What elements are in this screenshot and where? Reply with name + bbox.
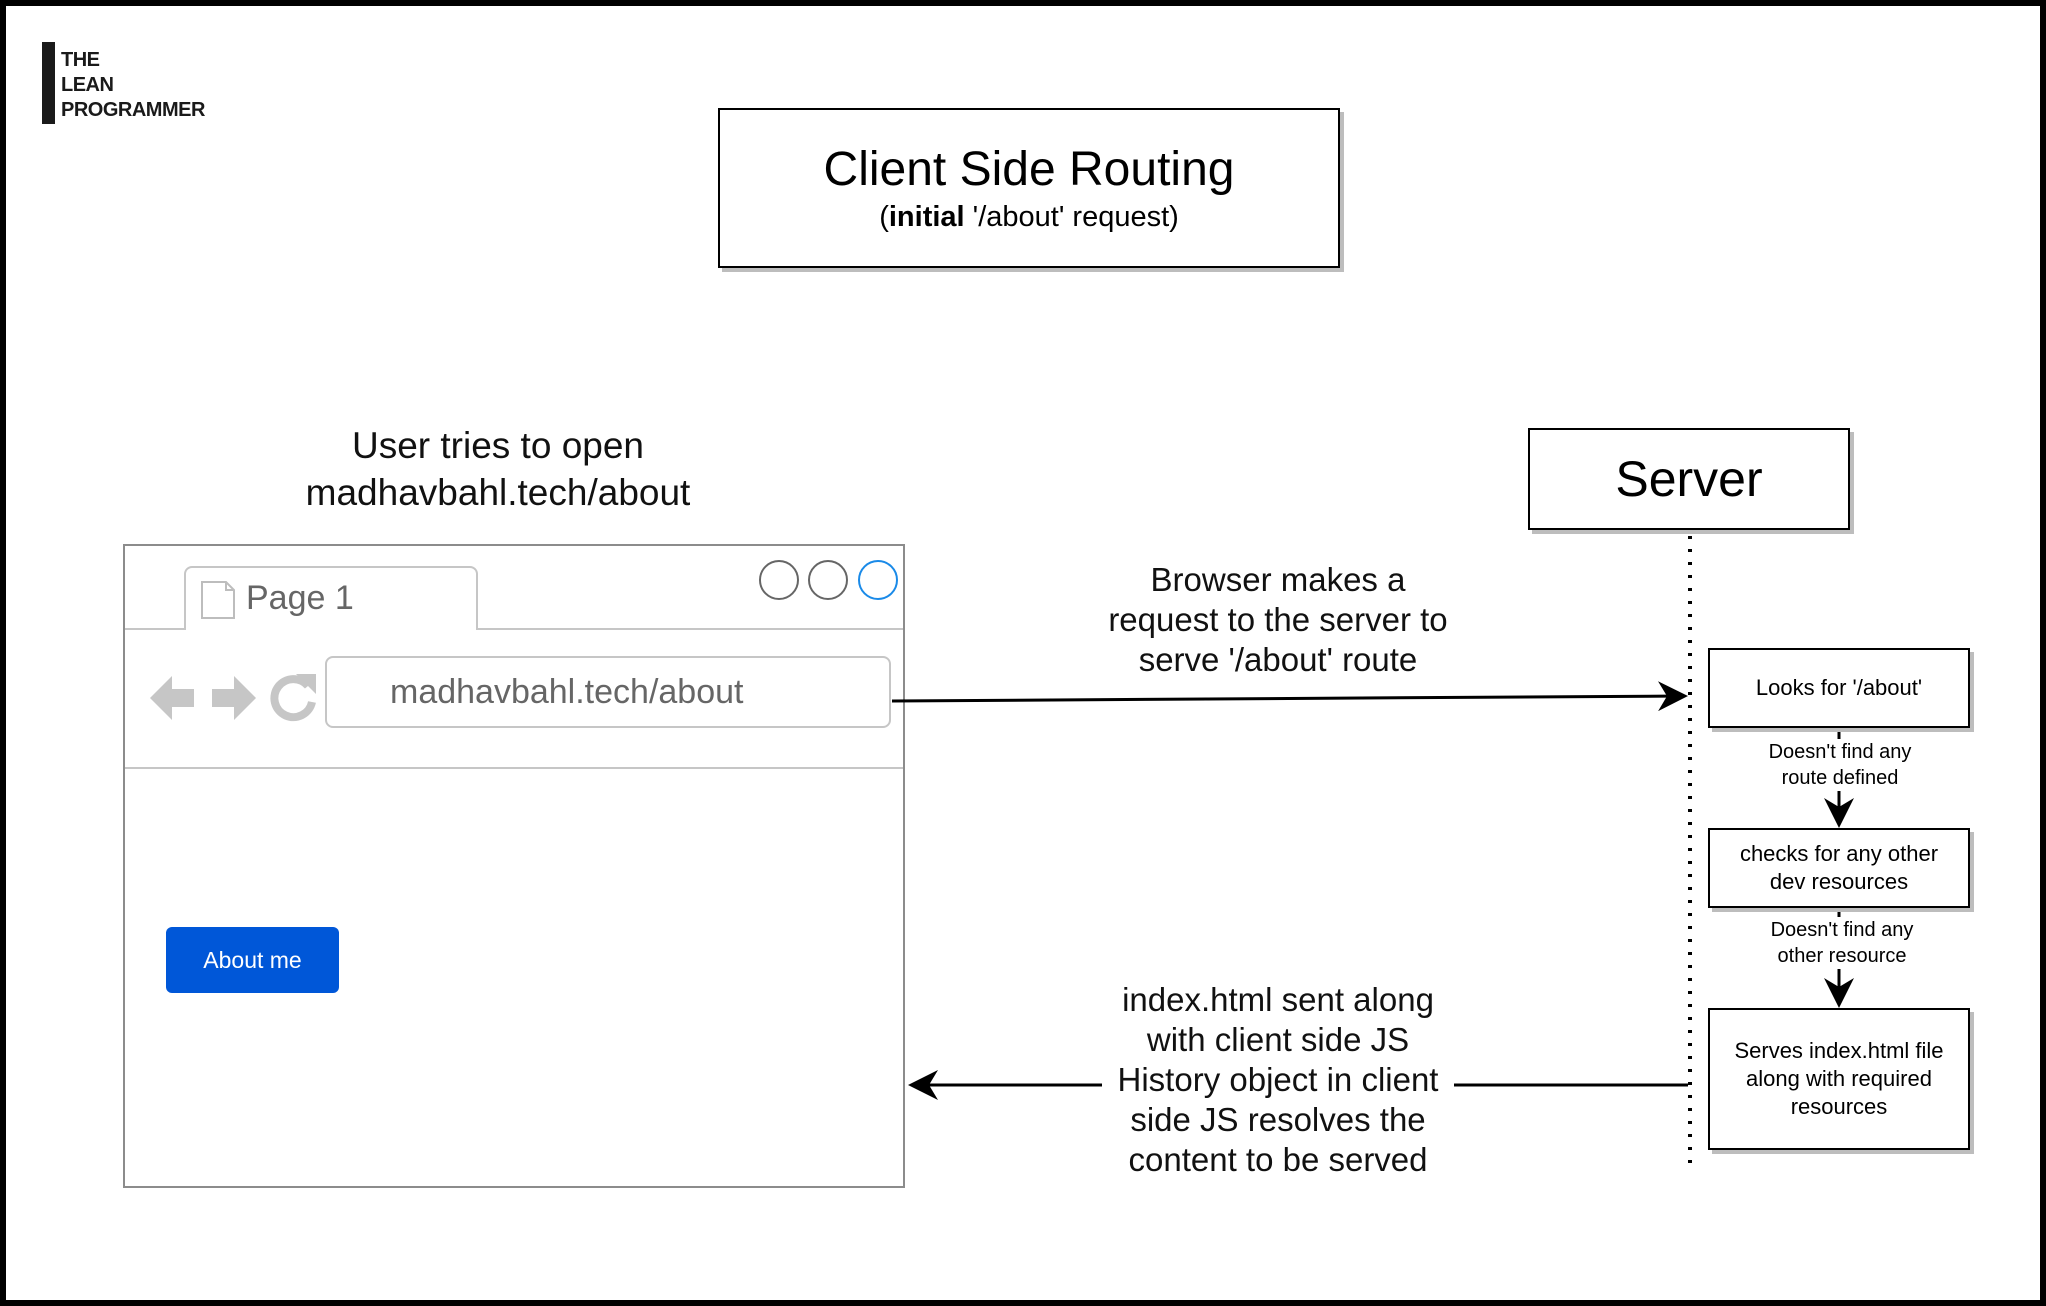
request-arrow [891, 681, 1688, 712]
transition-2-label: Doesn't find any other resource [1732, 917, 1952, 969]
response-label-line-3: History object in client [1102, 1060, 1454, 1100]
response-label-line-4: side JS resolves the [1102, 1100, 1454, 1140]
server-step-3-line-2: along with required [1746, 1066, 1932, 1091]
server-step-3-line-3: resources [1790, 1094, 1888, 1119]
server-step-1: Looks for '/about' [1708, 648, 1970, 728]
server-step-2-line-2: dev resources [1769, 869, 1909, 894]
server-step-1-line-1: Looks for '/about' [1755, 675, 1923, 700]
transition-1-line-1: Doesn't find any [1768, 741, 1912, 763]
transition-2-line-2: other resource [1777, 945, 1907, 967]
server-step-2-line-1: checks for any other [1739, 841, 1939, 866]
server-step-2: checks for any other dev resources [1708, 828, 1970, 908]
response-label-line-5: content to be served [1102, 1140, 1454, 1180]
server-step-3-line-1: Serves index.html file [1734, 1038, 1944, 1063]
request-label-line-2: request to the server to [1108, 601, 1448, 638]
transition-2-line-1: Doesn't find any [1770, 919, 1914, 941]
response-label-line-1: index.html sent along [1102, 980, 1454, 1020]
transition-1-label: Doesn't find any route defined [1730, 739, 1950, 791]
transition-1-line-2: route defined [1781, 767, 1899, 789]
request-label-line-3: serve '/about' route [1138, 641, 1418, 678]
response-label-line-2: with client side JS [1102, 1020, 1454, 1060]
request-label-line-1: Browser makes a [1150, 561, 1406, 598]
diagram-canvas: THE LEAN PROGRAMMER Client Side Routing … [0, 0, 2046, 1306]
server-step-3: Serves index.html file along with requir… [1708, 1008, 1970, 1150]
request-label: Browser makes a request to the server to… [1078, 560, 1478, 680]
response-label: index.html sent along with client side J… [1102, 980, 1454, 1180]
